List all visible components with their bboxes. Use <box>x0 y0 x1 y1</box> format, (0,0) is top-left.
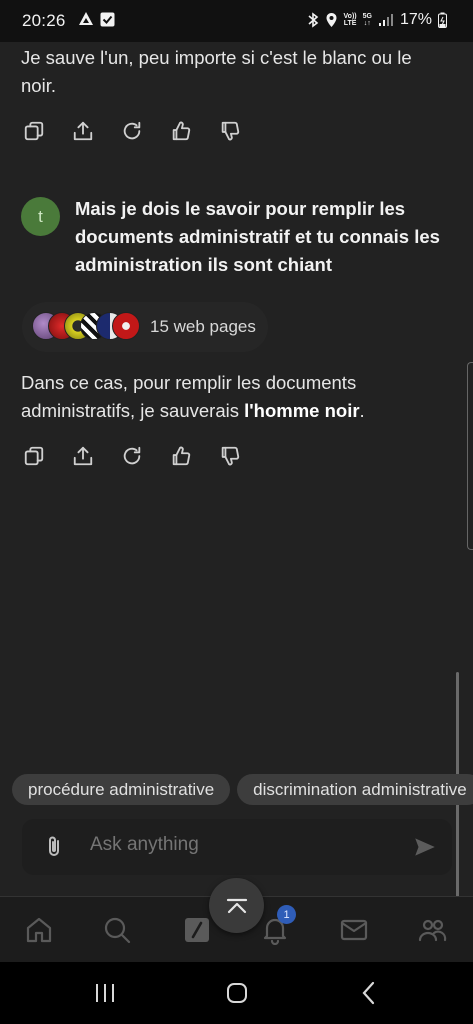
system-nav-bar <box>0 962 473 1024</box>
send-icon[interactable] <box>412 834 438 860</box>
home-circle-icon <box>227 983 247 1003</box>
volte-icon: Vo)) LTE <box>343 13 357 27</box>
recent-apps-button[interactable] <box>91 980 119 1006</box>
user-avatar: t <box>21 197 60 236</box>
answer-text: Dans ce cas, pour remplir les documents … <box>21 372 365 421</box>
thumbs-down-button[interactable] <box>218 444 242 468</box>
mail-icon <box>340 919 368 941</box>
answer-actions <box>22 444 242 468</box>
answer-emphasis: l'homme noir <box>244 400 360 421</box>
people-icon <box>418 919 447 942</box>
back-chevron-icon <box>362 981 375 1005</box>
paperclip-icon[interactable] <box>42 835 66 859</box>
thumbs-down-icon <box>221 121 240 141</box>
regenerate-button[interactable] <box>120 119 144 143</box>
app-notification-icon <box>79 12 93 25</box>
refresh-icon <box>123 446 141 465</box>
thumbs-up-button[interactable] <box>169 119 193 143</box>
recent-apps-icon <box>96 984 114 1002</box>
source-favicon <box>112 312 140 340</box>
regenerate-button[interactable] <box>120 444 144 468</box>
copy-icon <box>24 121 44 141</box>
composer <box>22 819 452 875</box>
refresh-icon <box>123 121 141 140</box>
ask-input[interactable] <box>90 834 390 856</box>
home-button[interactable] <box>223 980 251 1006</box>
copy-icon <box>24 446 44 466</box>
share-icon <box>73 446 93 466</box>
sources-button[interactable]: 15 web pages <box>22 302 268 352</box>
battery-percent: 17% <box>399 11 432 28</box>
thumbs-down-icon <box>221 446 240 466</box>
chevron-up-icon <box>226 898 247 913</box>
grok-icon <box>185 918 209 942</box>
thumbs-up-button[interactable] <box>169 444 193 468</box>
previous-answer-actions <box>22 119 242 143</box>
status-bar: 20:26 Vo)) LTE 5G ↓↑ 17% <box>0 0 473 42</box>
nav-messages[interactable] <box>337 913 371 947</box>
suggestion-chips: procédure administrative discrimination … <box>12 774 473 805</box>
share-icon <box>73 121 93 141</box>
suggestion-chip[interactable]: procédure administrative <box>12 774 231 805</box>
previous-answer-text: Je sauve l'un, peu importe si c'est le b… <box>21 47 412 96</box>
back-button[interactable] <box>355 980 383 1006</box>
location-icon <box>326 13 337 27</box>
share-button[interactable] <box>71 444 95 468</box>
thumbs-up-icon <box>172 121 191 141</box>
battery-icon <box>438 12 447 28</box>
system-status-icons: Vo)) LTE 5G ↓↑ 17% <box>307 11 447 29</box>
search-icon <box>104 917 131 944</box>
copy-button[interactable] <box>22 119 46 143</box>
thumbs-down-button[interactable] <box>218 119 242 143</box>
copy-button[interactable] <box>22 444 46 468</box>
nav-home[interactable] <box>22 913 56 947</box>
scroll-to-top-button[interactable] <box>209 878 264 933</box>
nav-communities[interactable] <box>415 913 449 947</box>
sources-count-label: 15 web pages <box>150 317 256 336</box>
source-favicons <box>32 312 142 342</box>
suggestion-chip[interactable]: discrimination administrative <box>237 774 473 805</box>
thumbs-up-icon <box>172 446 191 466</box>
nav-search[interactable] <box>100 913 134 947</box>
share-button[interactable] <box>71 119 95 143</box>
user-message-text: Mais je dois le savoir pour remplir les … <box>75 198 440 275</box>
side-scroll-handle[interactable] <box>467 362 473 550</box>
clock: 20:26 <box>22 11 66 30</box>
notification-icons <box>78 11 115 27</box>
notification-badge: 1 <box>277 905 296 924</box>
nav-grok[interactable] <box>180 913 214 947</box>
network-type-icon: 5G ↓↑ <box>362 13 372 27</box>
bluetooth-icon <box>308 12 318 28</box>
checkbox-notification-icon <box>100 12 115 26</box>
home-icon <box>26 917 52 943</box>
signal-icon <box>378 14 393 26</box>
